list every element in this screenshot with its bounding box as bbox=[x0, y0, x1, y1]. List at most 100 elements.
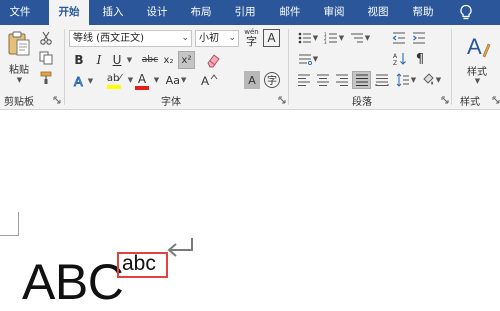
styles-label[interactable]: 样式 bbox=[460, 63, 494, 78]
styles-button[interactable]: A bbox=[460, 29, 494, 65]
tab-insert[interactable]: 插入 bbox=[93, 0, 133, 25]
change-case-label: Aa bbox=[165, 73, 180, 87]
group-separator bbox=[288, 29, 289, 105]
cut-icon bbox=[40, 31, 52, 45]
justify-icon bbox=[355, 74, 368, 86]
align-left-button[interactable] bbox=[296, 72, 312, 88]
tab-layout[interactable]: 布局 bbox=[181, 0, 221, 25]
font-color-swatch bbox=[135, 85, 149, 90]
font-size-combo[interactable]: 小初 ⌄ bbox=[195, 30, 239, 47]
multilevel-list-button[interactable]: ▼ bbox=[348, 30, 372, 46]
sort-button[interactable]: A Z bbox=[392, 51, 408, 67]
font-group-label: 字体 bbox=[161, 97, 181, 108]
align-left-icon bbox=[298, 74, 310, 86]
tab-review[interactable]: 审阅 bbox=[314, 0, 354, 25]
increase-indent-icon bbox=[413, 32, 425, 44]
tab-design[interactable]: 设计 bbox=[137, 0, 177, 25]
chinese-layout-button[interactable]: ▼ bbox=[296, 51, 320, 67]
clipboard-paste-icon bbox=[8, 31, 30, 56]
tab-file[interactable]: 文件 bbox=[0, 0, 40, 25]
paragraph-group-label: 段落 bbox=[352, 97, 372, 108]
clipboard-group-label: 剪贴板 bbox=[4, 97, 34, 108]
tab-home[interactable]: 开始 bbox=[49, 0, 89, 25]
line-spacing-button[interactable]: ▼ bbox=[394, 72, 418, 88]
show-marks-icon: ¶ bbox=[415, 51, 425, 67]
svg-text:Z: Z bbox=[393, 60, 397, 66]
cut-button[interactable] bbox=[37, 30, 55, 46]
paragraph-return-mark-icon bbox=[167, 238, 193, 257]
paste-dropdown[interactable]: ▼ bbox=[13, 75, 25, 85]
tab-help[interactable]: 帮助 bbox=[402, 0, 444, 25]
ribbon-tab-bar: 文件 开始 插入 设计 布局 引用 邮件 审阅 视图 帮助 bbox=[0, 0, 500, 25]
grow-font-button[interactable]: A bbox=[198, 71, 220, 89]
align-right-button[interactable] bbox=[334, 72, 350, 88]
decrease-indent-button[interactable] bbox=[390, 30, 408, 46]
format-painter-button[interactable] bbox=[37, 70, 55, 86]
highlight-color-swatch bbox=[107, 85, 121, 89]
font-color-dropdown[interactable]: ▼ bbox=[151, 72, 161, 88]
distributed-button[interactable] bbox=[373, 72, 390, 88]
ribbon: 粘贴 ▼ 剪贴板 等线 (西文正文) ⌄ 小初 ⌄ wén 字 A B I U … bbox=[0, 25, 500, 110]
numbering-icon: 1 2 3 bbox=[324, 32, 337, 44]
svg-text:A: A bbox=[201, 74, 209, 88]
text-effects-icon: A bbox=[73, 74, 83, 88]
svg-text:A: A bbox=[467, 34, 482, 59]
clear-formatting-button[interactable] bbox=[204, 51, 222, 69]
show-marks-button[interactable]: ¶ bbox=[412, 51, 428, 67]
styles-group-label: 样式 bbox=[460, 97, 480, 108]
underline-button[interactable]: U bbox=[110, 52, 124, 68]
styles-dropdown[interactable]: ▼ bbox=[472, 76, 482, 86]
numbering-button[interactable]: 1 2 3 ▼ bbox=[322, 30, 346, 46]
lightbulb-icon[interactable] bbox=[458, 4, 474, 21]
styles-dialog-launcher-icon[interactable] bbox=[492, 96, 500, 104]
enclose-characters-button[interactable]: 字 bbox=[263, 70, 281, 89]
group-separator bbox=[64, 29, 65, 105]
strikethrough-button[interactable]: abc bbox=[140, 52, 160, 68]
font-dialog-launcher-icon[interactable] bbox=[278, 96, 286, 104]
tab-references[interactable]: 引用 bbox=[225, 0, 265, 25]
change-case-button[interactable]: Aa ▼ bbox=[163, 71, 189, 89]
increase-indent-button[interactable] bbox=[410, 30, 428, 46]
tab-view[interactable]: 视图 bbox=[358, 0, 398, 25]
font-color-letter: A bbox=[137, 71, 147, 86]
paste-button[interactable] bbox=[4, 29, 34, 59]
clipboard-dialog-launcher-icon[interactable] bbox=[53, 96, 61, 104]
bullets-button[interactable]: ▼ bbox=[296, 30, 320, 46]
italic-button[interactable]: I bbox=[92, 52, 106, 68]
svg-text:A: A bbox=[74, 74, 83, 88]
tab-mailings[interactable]: 邮件 bbox=[270, 0, 310, 25]
shading-button[interactable]: ▼ bbox=[420, 72, 442, 88]
decrease-indent-icon bbox=[392, 32, 405, 44]
line-spacing-icon bbox=[396, 73, 409, 87]
eraser-icon bbox=[207, 54, 220, 68]
shading-icon bbox=[423, 73, 434, 85]
font-color-button[interactable]: A bbox=[132, 71, 152, 91]
document-main-text[interactable]: ABC bbox=[22, 252, 124, 311]
paragraph-dialog-launcher-icon[interactable] bbox=[441, 96, 449, 104]
paste-label[interactable]: 粘贴 bbox=[6, 61, 32, 76]
chevron-down-icon[interactable]: ⌄ bbox=[181, 31, 189, 46]
character-border-button[interactable]: A bbox=[263, 29, 280, 47]
highlighter-icon: ab⁄ bbox=[106, 73, 122, 84]
character-shading-button[interactable]: A bbox=[244, 71, 260, 89]
subscript-button[interactable]: x₂ bbox=[161, 52, 176, 68]
font-name-value: 等线 (西文正文) bbox=[73, 33, 144, 44]
chevron-down-icon[interactable]: ⌄ bbox=[228, 31, 236, 46]
superscript-highlight-box bbox=[117, 252, 168, 278]
copy-button[interactable] bbox=[37, 50, 55, 66]
pinyin-guide-button[interactable]: wén 字 bbox=[243, 28, 260, 48]
highlight-color-button[interactable]: ab⁄ bbox=[100, 71, 128, 91]
text-effects-button[interactable]: A ▼ bbox=[71, 72, 95, 90]
bullets-icon bbox=[298, 32, 311, 44]
styles-icon: A bbox=[467, 34, 491, 59]
margin-corner-mark bbox=[0, 212, 19, 236]
superscript-button[interactable]: x² bbox=[178, 51, 195, 69]
bold-button[interactable]: B bbox=[72, 52, 86, 68]
align-center-button[interactable] bbox=[315, 72, 331, 88]
svg-text:A: A bbox=[393, 53, 398, 60]
justify-button[interactable] bbox=[352, 71, 371, 89]
underline-dropdown[interactable]: ▼ bbox=[124, 52, 134, 68]
grow-font-icon: A bbox=[201, 74, 218, 88]
align-center-icon bbox=[317, 74, 329, 86]
font-name-combo[interactable]: 等线 (西文正文) ⌄ bbox=[69, 30, 192, 47]
